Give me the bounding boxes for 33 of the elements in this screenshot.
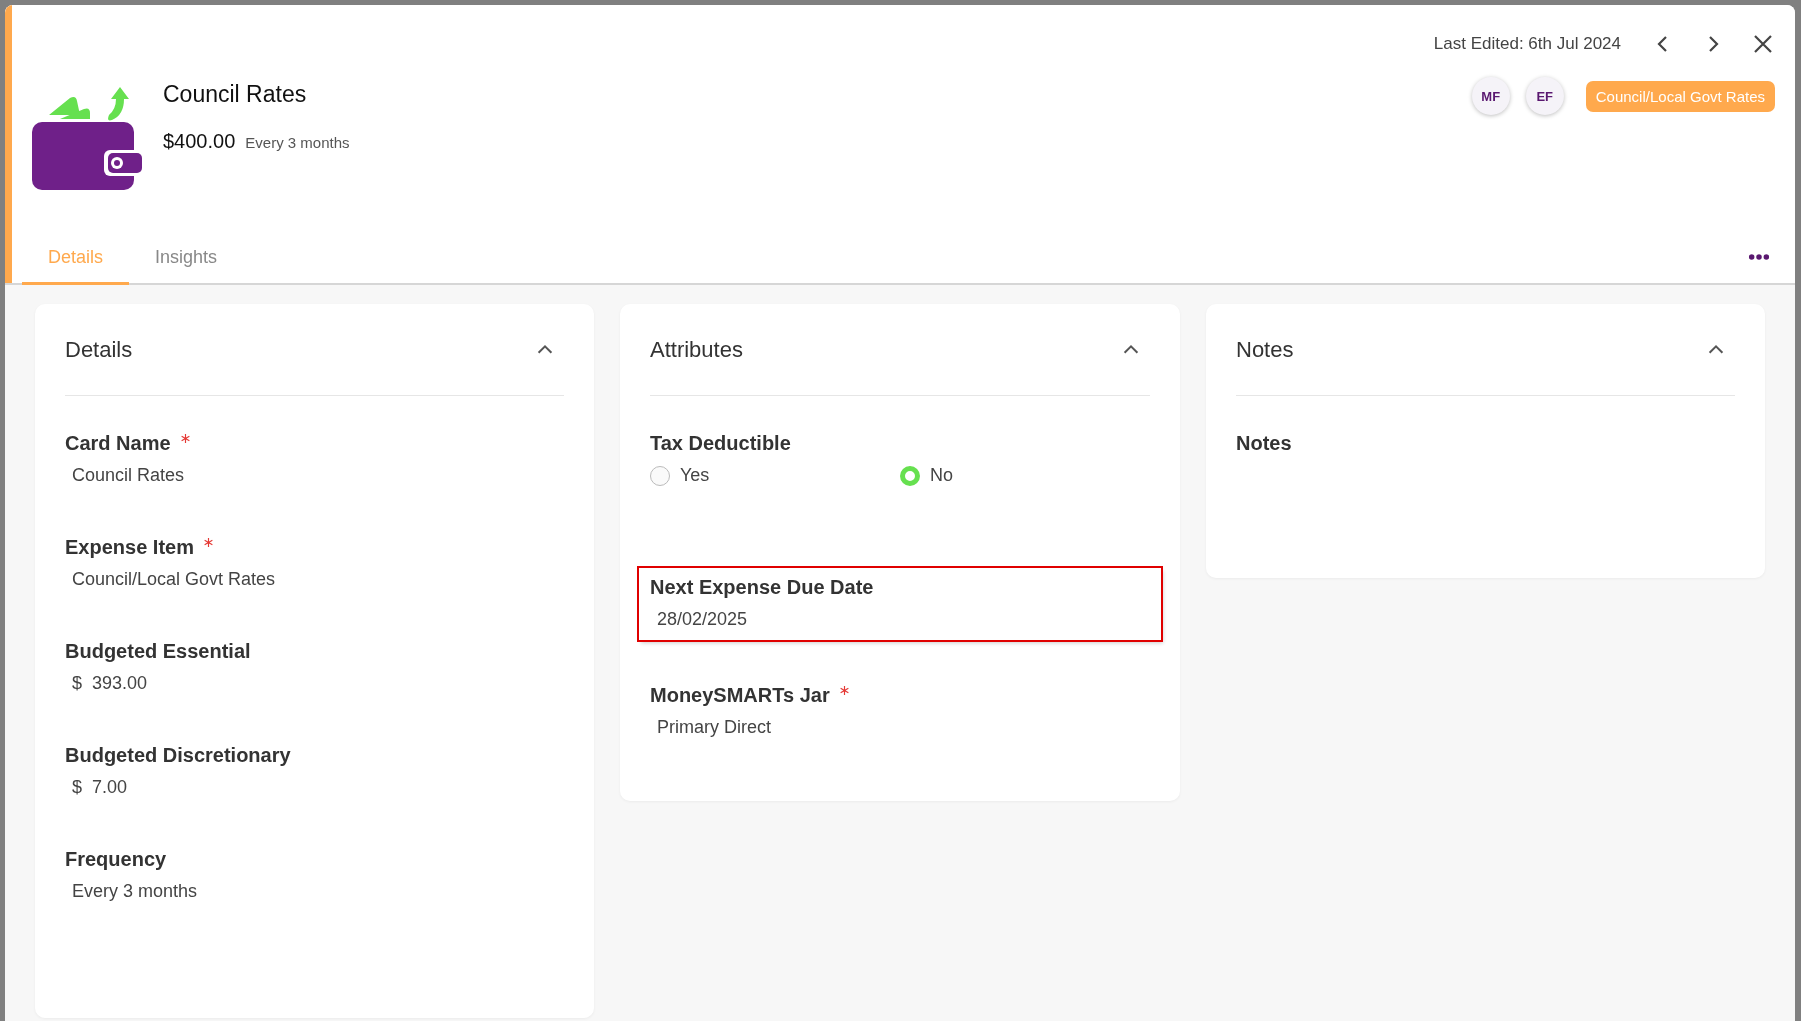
field-value[interactable]: Every 3 months	[65, 881, 564, 902]
frequency-text: Every 3 months	[245, 134, 350, 151]
field-label: Expense Item	[65, 536, 194, 559]
field-value[interactable]: Primary Direct	[650, 717, 1150, 738]
tab[interactable]: Insights	[129, 227, 244, 285]
card-title: Council Rates	[163, 81, 308, 108]
user-avatar[interactable]: MF	[1471, 77, 1510, 115]
category-tag: Council/Local Govt Rates	[1585, 80, 1775, 112]
radio-option[interactable]: No	[900, 465, 1150, 486]
field-value[interactable]: $ 7.00	[65, 777, 564, 798]
field-label: Budgeted Discretionary	[65, 744, 291, 767]
required-asterisk-icon	[180, 434, 190, 443]
panel-title: Notes	[1236, 336, 1294, 363]
field-label: Next Expense Due Date	[650, 576, 874, 599]
amount: $400.00	[163, 130, 236, 153]
field-label: Card Name	[65, 432, 171, 455]
field-label: Budgeted Essential	[65, 640, 251, 663]
panel-title: Details	[65, 336, 133, 363]
field-label: MoneySMARTs Jar	[650, 684, 830, 707]
field-label: Tax Deductible	[650, 432, 791, 455]
radio-option[interactable]: Yes	[650, 465, 900, 486]
more-options-icon[interactable]	[1748, 253, 1770, 261]
field-value[interactable]: 28/02/2025	[650, 609, 1150, 630]
required-asterisk-icon	[203, 538, 213, 547]
panel-title: Attributes	[650, 336, 743, 363]
field-label: Notes	[1236, 432, 1292, 455]
field-value[interactable]: $ 393.00	[65, 673, 564, 694]
last-edited-text: Last Edited: 6th Jul 2024	[1433, 34, 1621, 54]
user-avatar[interactable]: EF	[1525, 77, 1564, 115]
required-asterisk-icon	[839, 686, 849, 695]
field-label: Frequency	[65, 848, 167, 871]
field-value[interactable]: Council/Local Govt Rates	[65, 569, 564, 590]
field-value[interactable]: Council Rates	[65, 465, 564, 486]
